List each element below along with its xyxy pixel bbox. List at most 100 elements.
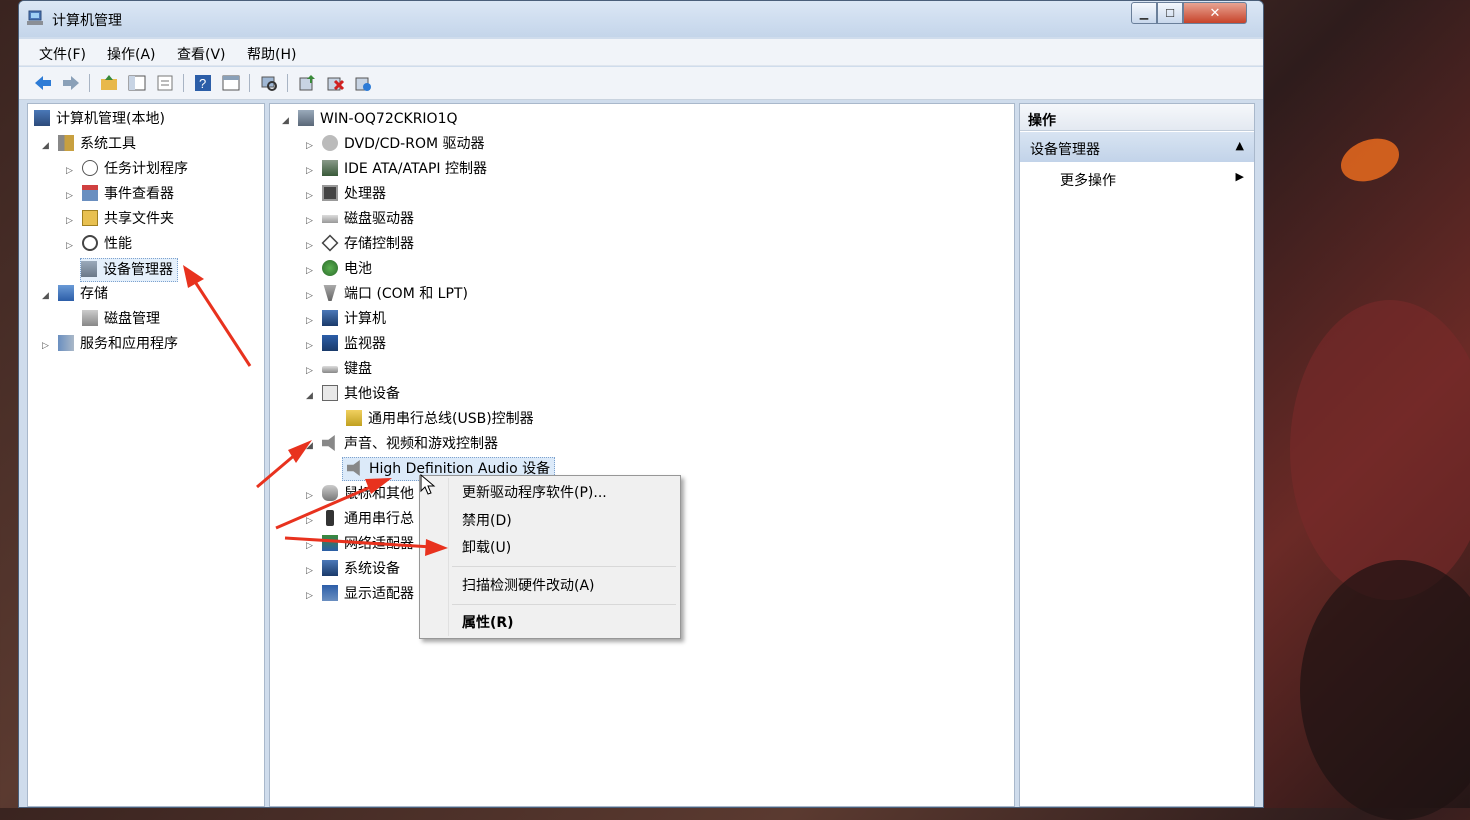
expand-arrow-icon[interactable]: ▷ bbox=[306, 141, 313, 151]
close-button[interactable]: ✕ bbox=[1183, 2, 1247, 24]
export-icon[interactable] bbox=[155, 73, 175, 93]
device-usb-controller-unknown[interactable]: 通用串行总线(USB)控制器 bbox=[346, 408, 534, 430]
expand-arrow-icon[interactable]: ▷ bbox=[66, 241, 73, 251]
device-category-network[interactable]: 网络适配器 bbox=[322, 533, 414, 555]
device-category-ide[interactable]: IDE ATA/ATAPI 控制器 bbox=[322, 158, 487, 180]
device-category-sound[interactable]: 声音、视频和游戏控制器 bbox=[322, 433, 498, 455]
monitor-icon bbox=[322, 335, 338, 351]
collapse-arrow-icon[interactable]: ◢ bbox=[42, 141, 49, 151]
menu-help[interactable]: 帮助(H) bbox=[247, 44, 296, 64]
port-icon bbox=[323, 285, 337, 301]
device-label: 其他设备 bbox=[344, 386, 400, 402]
device-category-dvd[interactable]: DVD/CD-ROM 驱动器 bbox=[322, 133, 485, 155]
expand-arrow-icon[interactable]: ▷ bbox=[306, 216, 313, 226]
device-category-disk[interactable]: 磁盘驱动器 bbox=[322, 208, 414, 230]
disk-icon bbox=[82, 310, 98, 326]
tree-item-disk-management[interactable]: 磁盘管理 bbox=[82, 308, 160, 330]
expand-arrow-icon[interactable]: ▷ bbox=[306, 266, 313, 276]
processor-icon bbox=[322, 185, 338, 201]
expand-arrow-icon[interactable]: ▷ bbox=[306, 541, 313, 551]
menu-update-driver[interactable]: 更新驱动程序软件(P)... bbox=[462, 482, 607, 502]
expand-arrow-icon[interactable]: ▷ bbox=[66, 191, 73, 201]
device-label: 鼠标和其他 bbox=[344, 486, 414, 502]
device-label: DVD/CD-ROM 驱动器 bbox=[344, 136, 485, 152]
expand-arrow-icon[interactable]: ▷ bbox=[42, 341, 49, 351]
collapse-up-icon[interactable]: ▲ bbox=[1236, 139, 1244, 152]
expand-arrow-icon[interactable]: ▷ bbox=[306, 566, 313, 576]
expand-arrow-icon[interactable]: ▷ bbox=[306, 166, 313, 176]
device-category-monitor[interactable]: 监视器 bbox=[322, 333, 386, 355]
tree-item-label: 事件查看器 bbox=[104, 186, 174, 202]
tree-item-storage[interactable]: 存储 bbox=[58, 283, 108, 305]
device-category-system[interactable]: 系统设备 bbox=[322, 558, 400, 580]
update-driver-icon[interactable] bbox=[297, 73, 317, 93]
device-category-display[interactable]: 显示适配器 bbox=[322, 583, 414, 605]
tree-item-device-manager[interactable]: 设备管理器 bbox=[80, 258, 178, 282]
tree-item-system-tools[interactable]: 系统工具 bbox=[58, 133, 136, 155]
menu-scan-hardware[interactable]: 扫描检测硬件改动(A) bbox=[462, 575, 595, 595]
menu-uninstall[interactable]: 卸载(U) bbox=[462, 537, 511, 557]
device-category-storage-controller[interactable]: 存储控制器 bbox=[321, 233, 414, 255]
expand-arrow-icon[interactable]: ▷ bbox=[306, 291, 313, 301]
uninstall-icon[interactable] bbox=[325, 73, 345, 93]
menu-action[interactable]: 操作(A) bbox=[107, 44, 156, 64]
actions-pane: 操作 设备管理器 ▲ 更多操作 ▶ bbox=[1019, 103, 1255, 807]
collapse-arrow-icon[interactable]: ◢ bbox=[306, 441, 313, 451]
show-tree-icon[interactable] bbox=[127, 73, 147, 93]
tree-item-task-scheduler[interactable]: 任务计划程序 bbox=[82, 158, 188, 180]
enable-icon[interactable] bbox=[353, 73, 373, 93]
keyboard-icon bbox=[322, 366, 338, 373]
expand-arrow-icon[interactable]: ▷ bbox=[66, 216, 73, 226]
menu-file[interactable]: 文件(F) bbox=[39, 44, 86, 64]
device-label: 通用串行总线(USB)控制器 bbox=[368, 411, 534, 427]
submenu-arrow-icon: ▶ bbox=[1235, 170, 1244, 183]
device-category-battery[interactable]: 电池 bbox=[322, 258, 372, 280]
expand-arrow-icon[interactable]: ▷ bbox=[306, 491, 313, 501]
actions-more-actions[interactable]: 更多操作 ▶ bbox=[1020, 166, 1254, 190]
device-category-other[interactable]: 其他设备 bbox=[322, 383, 400, 405]
device-manager-icon bbox=[81, 261, 97, 277]
menu-properties[interactable]: 属性(R) bbox=[462, 612, 514, 632]
expand-arrow-icon[interactable]: ▷ bbox=[306, 366, 313, 376]
computer-management-icon bbox=[34, 110, 50, 126]
scan-icon[interactable] bbox=[259, 73, 279, 93]
expand-arrow-icon[interactable]: ▷ bbox=[66, 166, 73, 176]
tree-item-performance[interactable]: 性能 bbox=[82, 233, 132, 255]
back-icon[interactable] bbox=[33, 73, 53, 93]
toolbar-separator bbox=[89, 74, 90, 92]
expand-arrow-icon[interactable]: ▷ bbox=[306, 316, 313, 326]
maximize-button[interactable]: ☐ bbox=[1157, 2, 1183, 24]
expand-arrow-icon[interactable]: ▷ bbox=[306, 516, 313, 526]
device-label: 声音、视频和游戏控制器 bbox=[344, 436, 498, 452]
tree-item-event-viewer[interactable]: 事件查看器 bbox=[82, 183, 174, 205]
tree-item-label: 性能 bbox=[104, 236, 132, 252]
help-icon[interactable]: ? bbox=[193, 73, 213, 93]
actions-section-device-manager[interactable]: 设备管理器 ▲ bbox=[1020, 132, 1254, 162]
tree-item-services-apps[interactable]: 服务和应用程序 bbox=[58, 333, 178, 355]
tree-item-shared-folders[interactable]: 共享文件夹 bbox=[82, 208, 174, 230]
console-tree-icon[interactable] bbox=[221, 73, 241, 93]
expand-arrow-icon[interactable]: ▷ bbox=[306, 241, 313, 251]
device-category-keyboard[interactable]: 键盘 bbox=[322, 358, 372, 380]
device-category-mouse[interactable]: 鼠标和其他 bbox=[322, 483, 414, 505]
collapse-arrow-icon[interactable]: ◢ bbox=[42, 291, 49, 301]
device-category-usb[interactable]: 通用串行总 bbox=[322, 508, 414, 530]
forward-icon[interactable] bbox=[61, 73, 81, 93]
context-menu-icon-gutter bbox=[448, 478, 449, 636]
expand-arrow-icon[interactable]: ▷ bbox=[306, 191, 313, 201]
title-bar[interactable]: 计算机管理 ▁ ☐ ✕ bbox=[19, 1, 1263, 37]
device-root-computer[interactable]: WIN-OQ72CKRIO1Q bbox=[298, 108, 458, 130]
expand-arrow-icon[interactable]: ▷ bbox=[306, 341, 313, 351]
menu-view[interactable]: 查看(V) bbox=[177, 44, 226, 64]
collapse-arrow-icon[interactable]: ◢ bbox=[282, 116, 289, 126]
device-category-ports[interactable]: 端口 (COM 和 LPT) bbox=[322, 283, 468, 305]
minimize-button[interactable]: ▁ bbox=[1131, 2, 1157, 24]
actions-more-label: 更多操作 bbox=[1060, 173, 1116, 189]
expand-arrow-icon[interactable]: ▷ bbox=[306, 591, 313, 601]
menu-disable[interactable]: 禁用(D) bbox=[462, 510, 512, 530]
device-category-computer[interactable]: 计算机 bbox=[322, 308, 386, 330]
tree-item-computer-management[interactable]: 计算机管理(本地) bbox=[34, 108, 165, 130]
up-folder-icon[interactable] bbox=[99, 73, 119, 93]
device-category-processor[interactable]: 处理器 bbox=[322, 183, 386, 205]
collapse-arrow-icon[interactable]: ◢ bbox=[306, 391, 313, 401]
